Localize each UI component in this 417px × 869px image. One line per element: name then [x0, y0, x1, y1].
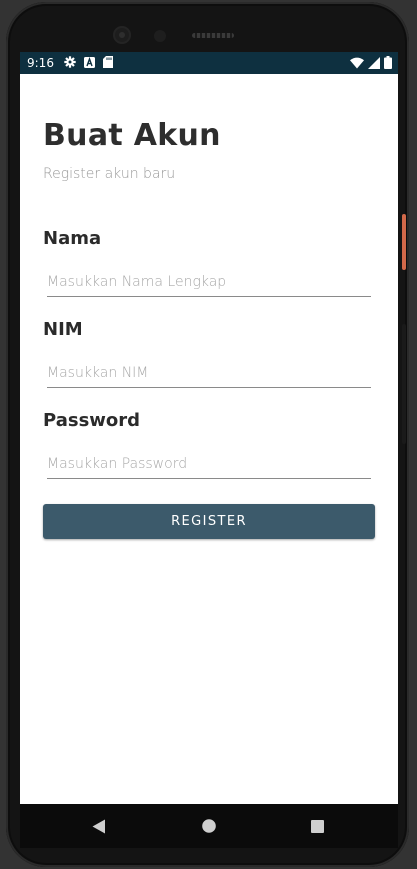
recents-icon[interactable]	[311, 820, 324, 833]
a-badge-icon	[84, 56, 95, 68]
earpiece-speaker	[192, 33, 234, 38]
proximity-sensor	[154, 30, 166, 42]
nim-input[interactable]	[47, 358, 371, 388]
password-input[interactable]	[47, 449, 371, 479]
page-title: Buat Akun	[43, 118, 221, 153]
signal-icon	[368, 56, 380, 69]
password-label: Password	[43, 410, 141, 431]
front-camera	[113, 26, 131, 44]
battery-icon	[384, 56, 392, 69]
back-icon[interactable]	[92, 819, 106, 834]
wifi-icon	[350, 57, 364, 68]
status-icons-right	[350, 56, 392, 69]
home-icon[interactable]	[202, 819, 216, 833]
page-subtitle: Register akun baru	[43, 166, 176, 182]
nama-label: Nama	[43, 228, 102, 249]
status-icons-left	[64, 56, 113, 68]
app-screen: 9:16 Buat Akun Register akun baru Nama M…	[20, 52, 398, 804]
status-bar: 9:16	[20, 52, 398, 74]
system-nav-bar	[20, 804, 398, 848]
nim-label: NIM	[43, 319, 83, 340]
register-button[interactable]: REGISTER	[43, 504, 375, 539]
device-frame: 9:16 Buat Akun Register akun baru Nama M…	[0, 0, 417, 869]
nama-input[interactable]	[47, 267, 371, 297]
sd-card-icon	[103, 56, 113, 68]
power-button[interactable]	[402, 214, 406, 270]
status-time: 9:16	[27, 56, 54, 70]
volume-rocker[interactable]	[402, 324, 406, 444]
gear-icon	[64, 56, 76, 68]
